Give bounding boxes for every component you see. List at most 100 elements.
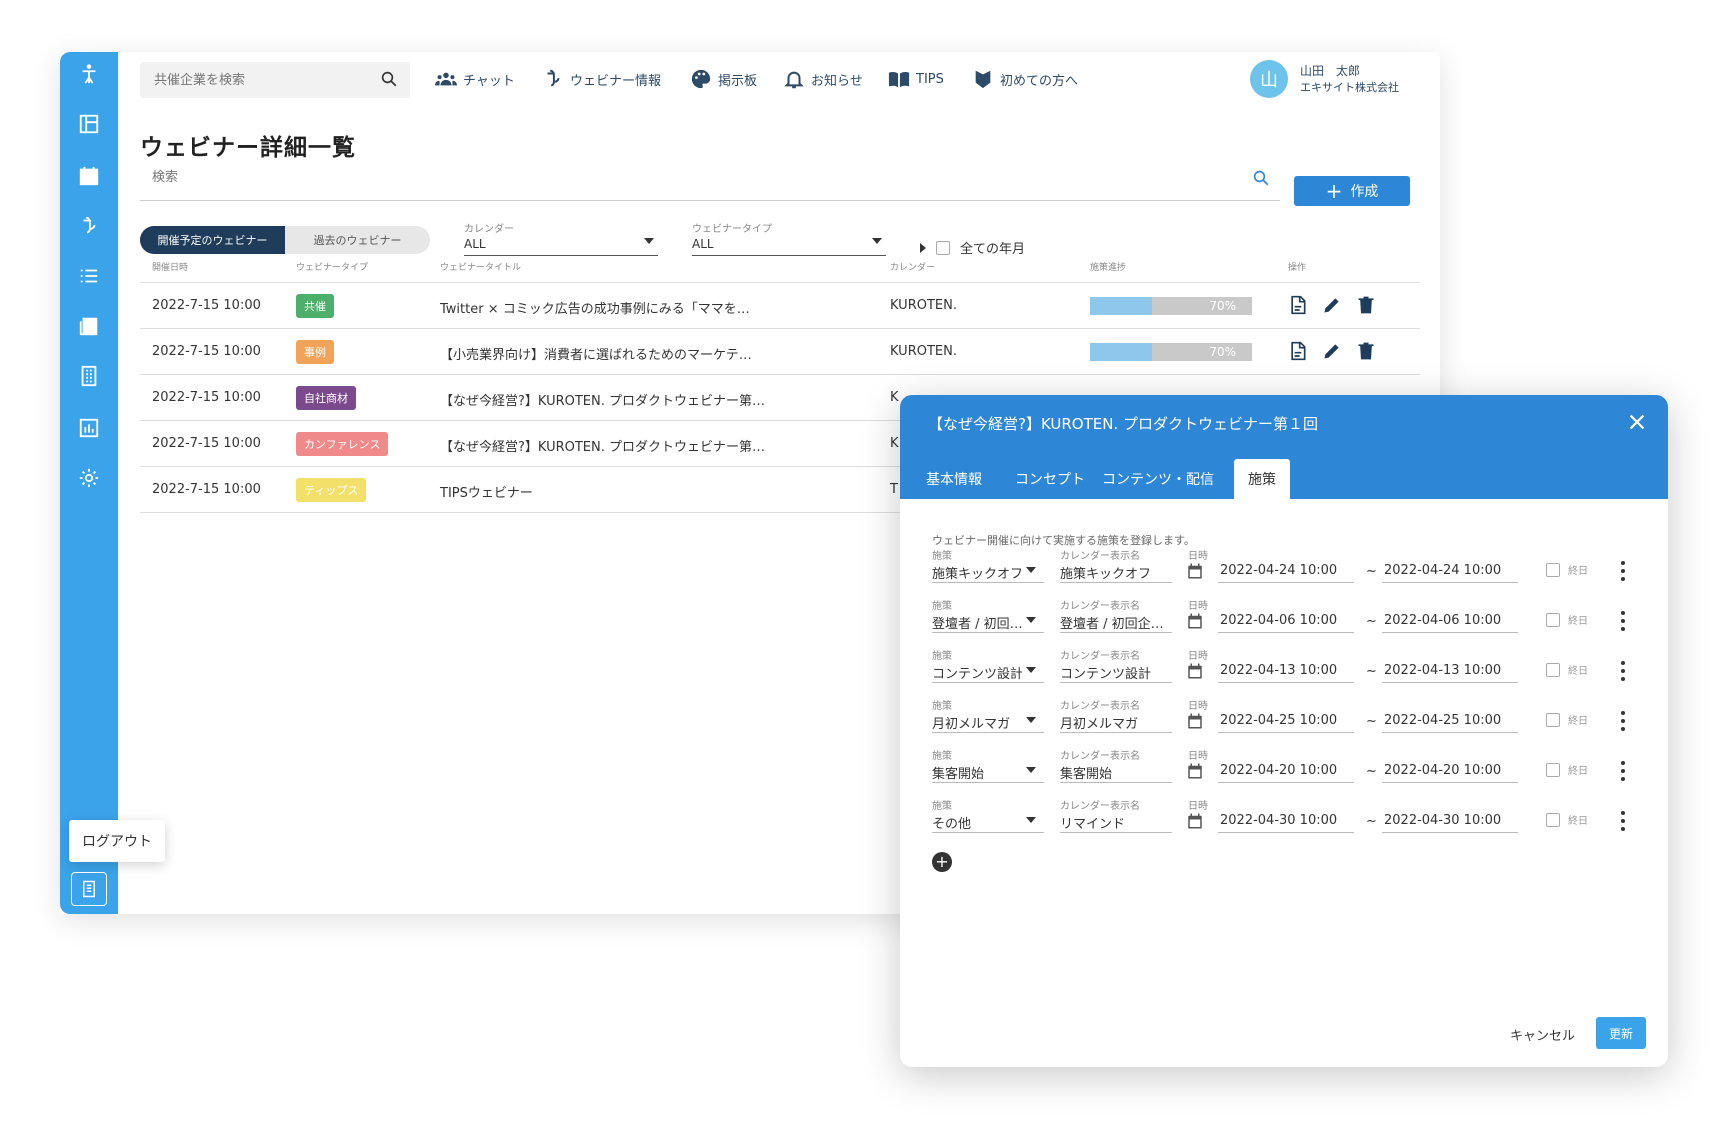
- table-row[interactable]: 2022-7-15 10:00 事例 【小売業界向け】消費者に選ばれるためのマー…: [140, 329, 1420, 375]
- start-datetime-input[interactable]: 2022-04-06 10:00: [1220, 613, 1337, 628]
- allday-checkbox[interactable]: [1546, 562, 1560, 577]
- end-datetime-input[interactable]: 2022-04-20 10:00: [1384, 763, 1501, 778]
- row-title[interactable]: Twitter × コミック広告の成功事例にみる「ママを…: [440, 298, 750, 317]
- microphone-icon[interactable]: [77, 214, 101, 238]
- edit-pencil-icon[interactable]: [1322, 341, 1342, 361]
- chevron-down-icon[interactable]: [1026, 817, 1036, 823]
- calendar-name-input[interactable]: リマインド: [1060, 813, 1168, 832]
- more-vertical-icon[interactable]: [1620, 661, 1626, 681]
- calendar-icon[interactable]: [1186, 712, 1204, 730]
- company-search[interactable]: [140, 62, 410, 98]
- chevron-down-icon[interactable]: [1026, 767, 1036, 773]
- end-datetime-input[interactable]: 2022-04-06 10:00: [1384, 613, 1501, 628]
- chevron-down-icon[interactable]: [1026, 717, 1036, 723]
- person-logo-icon[interactable]: [77, 62, 101, 86]
- calendar-name-input[interactable]: 登壇者 / 初回企…: [1060, 613, 1168, 632]
- allday-checkbox[interactable]: [1546, 662, 1560, 677]
- report-chart-icon[interactable]: [77, 416, 101, 440]
- document-icon[interactable]: [1288, 341, 1308, 361]
- calendar-name-input[interactable]: 施策キックオフ: [1060, 563, 1168, 582]
- close-icon[interactable]: [1626, 411, 1648, 433]
- calendar-name-input[interactable]: 集客開始: [1060, 763, 1168, 782]
- update-button[interactable]: 更新: [1596, 1017, 1646, 1049]
- end-datetime-input[interactable]: 2022-04-24 10:00: [1384, 563, 1501, 578]
- start-datetime-input[interactable]: 2022-04-20 10:00: [1220, 763, 1337, 778]
- company-search-input[interactable]: [140, 62, 360, 98]
- calendar-icon[interactable]: [1186, 612, 1204, 630]
- chevron-down-icon[interactable]: [1026, 667, 1036, 673]
- calendar-filter-select[interactable]: カレンダー ALL: [464, 220, 658, 256]
- trash-icon[interactable]: [1356, 295, 1376, 315]
- measure-select[interactable]: 登壇者 / 初回…: [932, 613, 1022, 632]
- nav-first-time[interactable]: 初めての方へ: [972, 66, 1078, 92]
- allday-toggle[interactable]: 終日: [1546, 712, 1588, 727]
- table-row[interactable]: 2022-7-15 10:00 共催 Twitter × コミック広告の成功事例…: [140, 283, 1420, 329]
- all-months-checkbox[interactable]: [936, 240, 950, 255]
- allday-checkbox[interactable]: [1546, 762, 1560, 777]
- create-button[interactable]: + 作成: [1294, 176, 1410, 206]
- tab-past-webinars[interactable]: 過去のウェビナー: [285, 226, 430, 254]
- calendar-icon[interactable]: [1186, 762, 1204, 780]
- tab-basic-info[interactable]: 基本情報: [912, 459, 996, 499]
- cancel-button[interactable]: キャンセル: [1510, 1025, 1575, 1044]
- allday-toggle[interactable]: 終日: [1546, 812, 1588, 827]
- webinar-search[interactable]: [140, 157, 1280, 201]
- trash-icon[interactable]: [1356, 341, 1376, 361]
- tab-upcoming-webinars[interactable]: 開催予定のウェビナー: [140, 226, 285, 254]
- end-datetime-input[interactable]: 2022-04-30 10:00: [1384, 813, 1501, 828]
- calendar-icon[interactable]: [1186, 562, 1204, 580]
- more-vertical-icon[interactable]: [1620, 711, 1626, 731]
- clipboard-icon[interactable]: [77, 314, 101, 338]
- more-vertical-icon[interactable]: [1620, 761, 1626, 781]
- webinar-search-input[interactable]: [140, 157, 1140, 197]
- allday-toggle[interactable]: 終日: [1546, 762, 1588, 777]
- nav-tips[interactable]: TIPS: [888, 66, 944, 92]
- row-title[interactable]: 【小売業界向け】消費者に選ばれるためのマーケテ…: [440, 344, 752, 363]
- calendar-icon[interactable]: [1186, 662, 1204, 680]
- start-datetime-input[interactable]: 2022-04-24 10:00: [1220, 563, 1337, 578]
- company-building-button[interactable]: [71, 872, 107, 906]
- edit-pencil-icon[interactable]: [1322, 295, 1342, 315]
- search-icon[interactable]: [1252, 169, 1270, 187]
- allday-toggle[interactable]: 終日: [1546, 612, 1588, 627]
- more-vertical-icon[interactable]: [1620, 611, 1626, 631]
- nav-chat[interactable]: チャット: [435, 66, 515, 92]
- more-vertical-icon[interactable]: [1620, 811, 1626, 831]
- gear-icon[interactable]: [77, 466, 101, 490]
- all-months-filter[interactable]: 全ての年月: [920, 238, 1025, 257]
- calendar-name-input[interactable]: 月初メルマガ: [1060, 713, 1168, 732]
- row-title[interactable]: 【なぜ今経営?】KUROTEN. プロダクトウェビナー第…: [440, 390, 765, 409]
- webinar-type-filter-select[interactable]: ウェビナータイプ ALL: [692, 220, 886, 256]
- allday-toggle[interactable]: 終日: [1546, 662, 1588, 677]
- search-icon[interactable]: [380, 70, 398, 88]
- calendar-icon[interactable]: [1186, 812, 1204, 830]
- start-datetime-input[interactable]: 2022-04-30 10:00: [1220, 813, 1337, 828]
- row-title[interactable]: 【なぜ今経営?】KUROTEN. プロダクトウェビナー第…: [440, 436, 765, 455]
- chevron-down-icon[interactable]: [1026, 617, 1036, 623]
- add-measure-button[interactable]: +: [932, 852, 952, 872]
- allday-checkbox[interactable]: [1546, 712, 1560, 727]
- document-icon[interactable]: [1288, 295, 1308, 315]
- nav-webinar-info[interactable]: ウェビナー情報: [542, 66, 661, 92]
- nav-bulletin-board[interactable]: 掲示板: [690, 66, 757, 92]
- measure-select[interactable]: 月初メルマガ: [932, 713, 1022, 732]
- dashboard-icon[interactable]: [77, 112, 101, 136]
- list-icon[interactable]: [77, 264, 101, 288]
- measure-select[interactable]: 集客開始: [932, 763, 1022, 782]
- measure-select[interactable]: その他: [932, 813, 1022, 832]
- calendar-name-input[interactable]: コンテンツ設計: [1060, 663, 1168, 682]
- more-vertical-icon[interactable]: [1620, 561, 1626, 581]
- calendar-icon[interactable]: [77, 164, 101, 188]
- start-datetime-input[interactable]: 2022-04-13 10:00: [1220, 663, 1337, 678]
- row-title[interactable]: TIPSウェビナー: [440, 482, 533, 501]
- tab-measures[interactable]: 施策: [1234, 459, 1290, 499]
- allday-toggle[interactable]: 終日: [1546, 562, 1588, 577]
- measure-select[interactable]: コンテンツ設計: [932, 663, 1022, 682]
- end-datetime-input[interactable]: 2022-04-25 10:00: [1384, 713, 1501, 728]
- building-icon[interactable]: [77, 364, 101, 388]
- allday-checkbox[interactable]: [1546, 812, 1560, 827]
- end-datetime-input[interactable]: 2022-04-13 10:00: [1384, 663, 1501, 678]
- start-datetime-input[interactable]: 2022-04-25 10:00: [1220, 713, 1337, 728]
- allday-checkbox[interactable]: [1546, 612, 1560, 627]
- chevron-down-icon[interactable]: [1026, 567, 1036, 573]
